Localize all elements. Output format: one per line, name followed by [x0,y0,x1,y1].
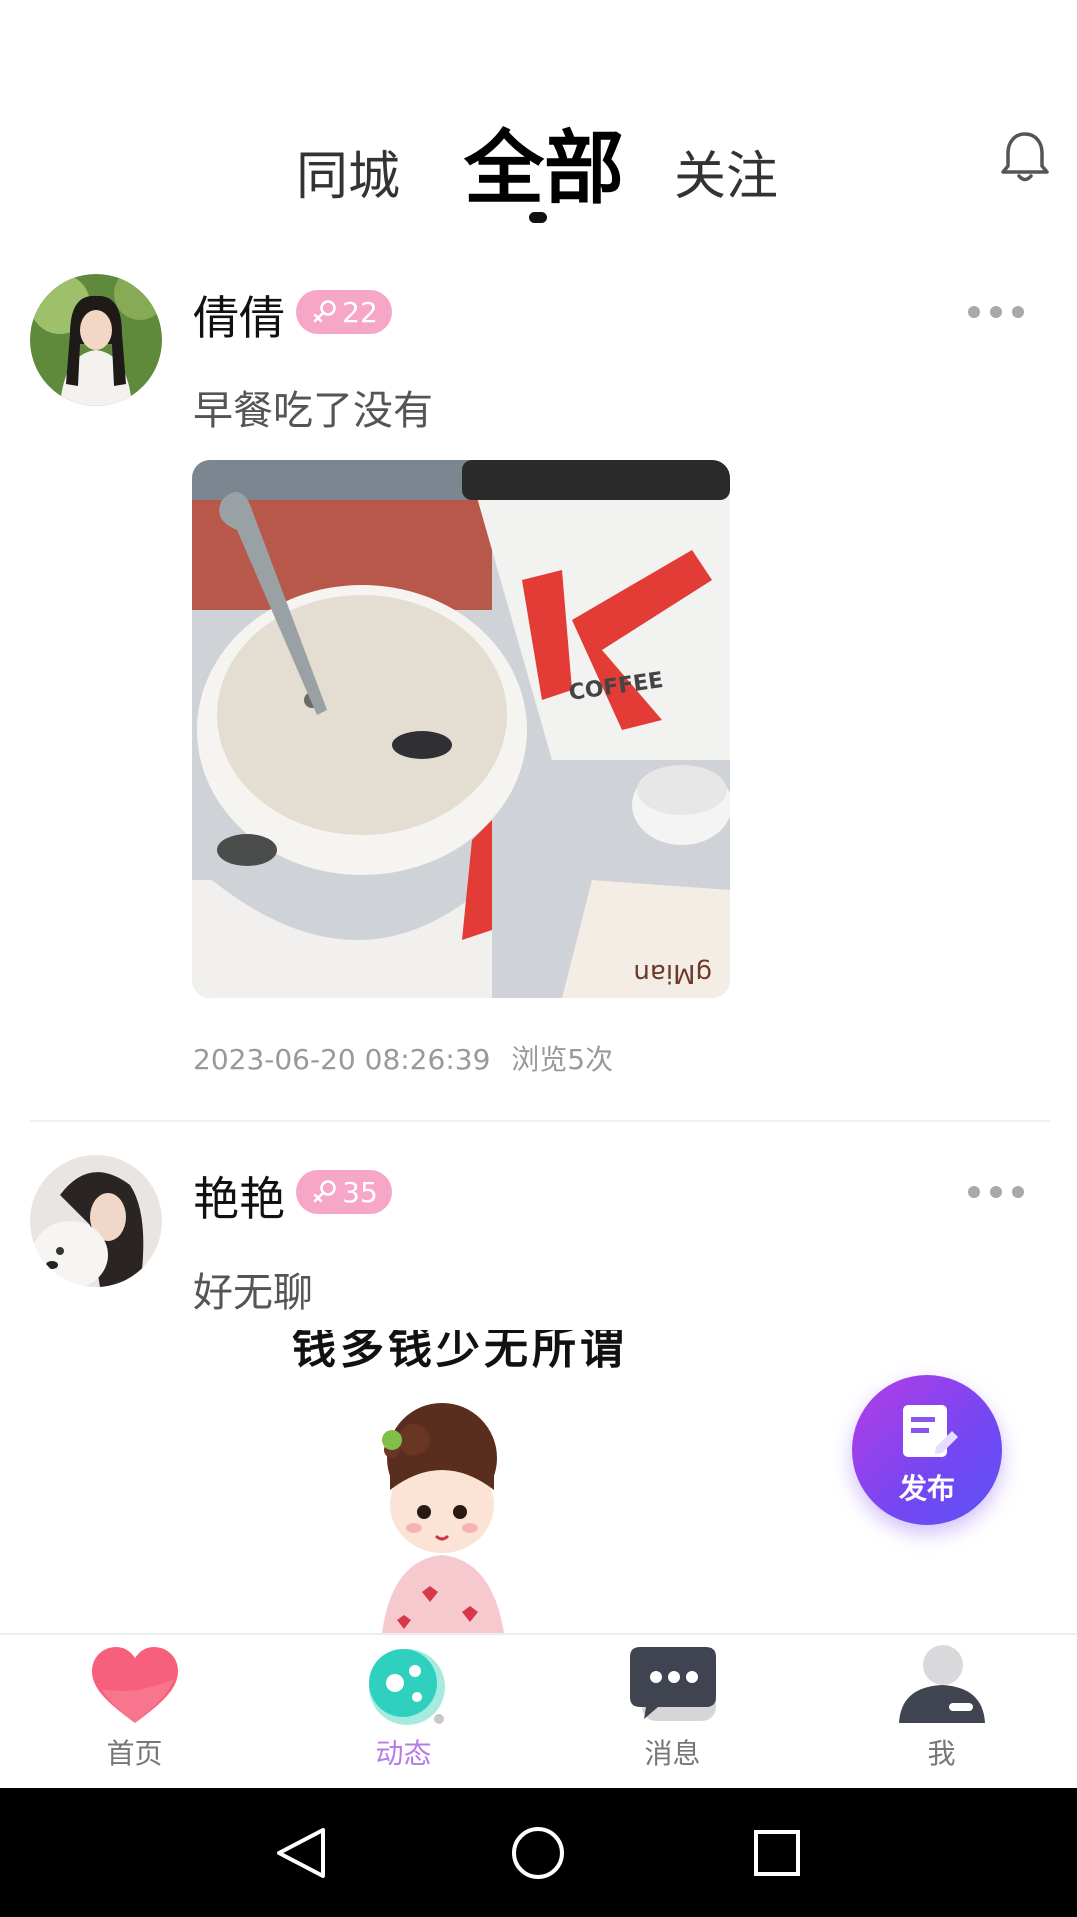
avatar[interactable] [30,1155,162,1287]
bubble-planet-icon [369,1649,445,1725]
publish-button[interactable]: 发布 [852,1375,1002,1525]
nav-moments-label: 动态 [375,1737,432,1770]
female-icon [313,1180,336,1203]
packet-text: gMian [633,958,712,988]
publish-label: 发布 [898,1472,955,1505]
nav-moments[interactable]: 动态 [269,1635,538,1790]
bottom-nav: 首页 动态 消息 我 [0,1633,1077,1790]
post-text: 好无聊 [193,1270,313,1316]
nav-messages-label: 消息 [644,1737,701,1770]
nav-messages[interactable]: 消息 [538,1635,807,1790]
bell-icon[interactable] [995,128,1055,188]
username[interactable]: 艳艳 [193,1163,285,1229]
age-value: 35 [342,1175,378,1209]
chat-icon [630,1647,716,1721]
gender-age-badge: 22 [296,290,392,334]
username[interactable]: 倩倩 [193,282,285,348]
tab-follow[interactable]: 关注 [674,134,778,209]
post-image[interactable]: 钱多钱少无所谓 [192,1330,730,1633]
nav-profile-label: 我 [927,1737,956,1770]
back-icon[interactable] [265,1818,335,1888]
more-options-icon[interactable] [968,1180,1024,1204]
heart-icon [92,1647,178,1723]
post-text: 早餐吃了没有 [193,388,433,434]
nav-profile[interactable]: 我 [807,1635,1076,1790]
female-icon [313,300,336,323]
tab-all[interactable]: 全部 [464,104,624,220]
age-value: 22 [342,295,378,329]
post-timestamp: 2023-06-20 08:26:39 [193,1043,491,1076]
nav-home[interactable]: 首页 [0,1635,269,1790]
home-icon[interactable] [503,1818,573,1888]
system-nav-bar [0,1788,1077,1917]
gender-age-badge: 35 [296,1170,392,1214]
nav-home-label: 首页 [106,1737,163,1770]
post-views: 浏览5次 [511,1043,614,1076]
user-icon [899,1645,985,1723]
recents-icon[interactable] [742,1818,812,1888]
avatar[interactable] [30,274,162,406]
active-tab-indicator [529,212,547,223]
post-meta: 2023-06-20 08:26:39 浏览5次 [193,1038,625,1078]
post-image[interactable]: COFFEE gMian [192,460,730,998]
top-tab-bar: 同城 全部 关注 [0,0,1077,240]
more-options-icon[interactable] [968,300,1024,324]
tab-city[interactable]: 同城 [296,134,400,209]
post-divider [30,1120,1050,1122]
